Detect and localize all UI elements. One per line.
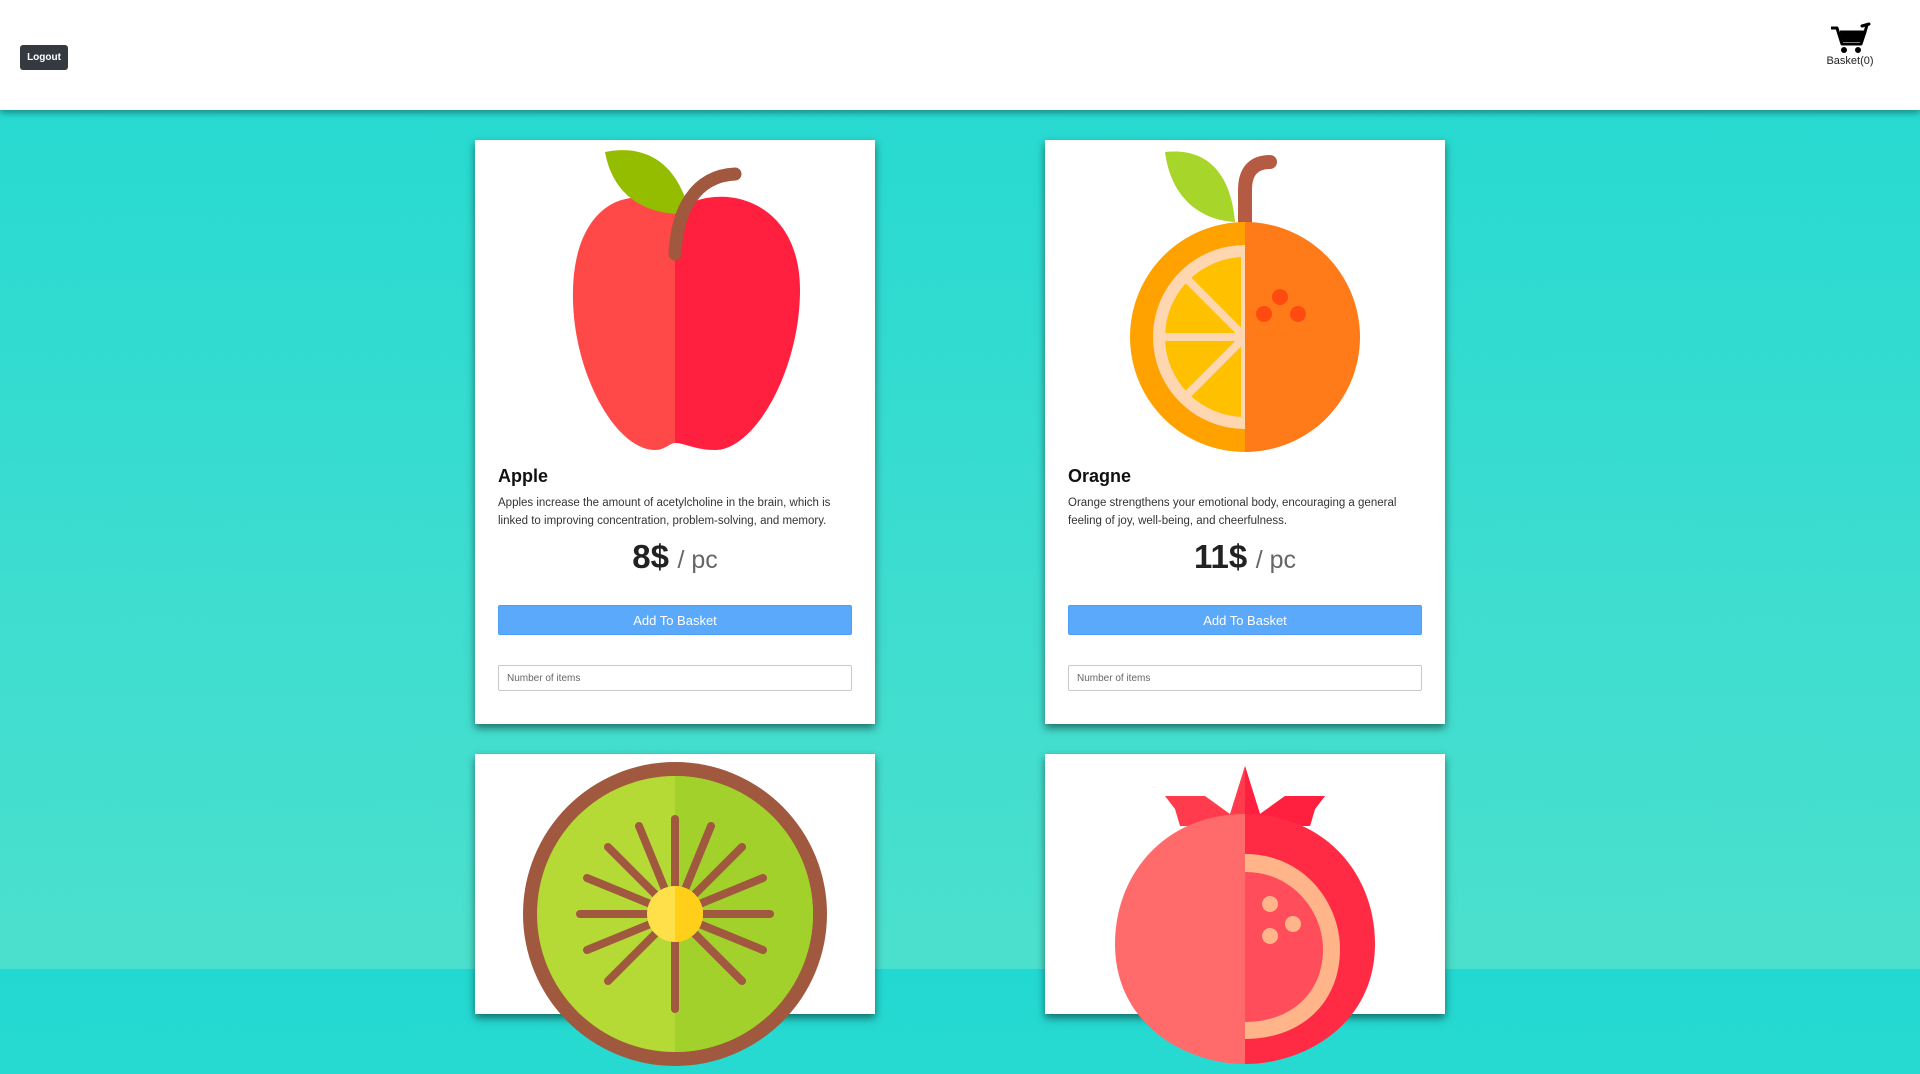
- price-amount: 11$: [1194, 538, 1248, 575]
- product-price: 8$ / pc: [475, 538, 875, 576]
- quantity-input[interactable]: [1068, 665, 1422, 691]
- product-card-orange: Oragne Orange strengthens your emotional…: [1045, 140, 1445, 724]
- product-card-apple: Apple Apples increase the amount of acet…: [475, 140, 875, 724]
- add-to-basket-button[interactable]: Add To Basket: [1068, 605, 1422, 635]
- product-description: Apples increase the amount of acetylchol…: [498, 497, 831, 527]
- product-name: Oragne: [1068, 466, 1132, 486]
- logout-button[interactable]: Logout: [20, 45, 68, 70]
- basket-count-label: Basket(0): [1826, 55, 1874, 67]
- product-description: Orange strengthens your emotional body, …: [1068, 497, 1397, 527]
- product-card-kiwi: [475, 754, 875, 1066]
- basket-button[interactable]: Basket(0): [1820, 22, 1880, 67]
- kiwi-icon: [475, 754, 875, 1074]
- price-amount: 8$: [632, 538, 669, 575]
- top-bar: Logout Basket(0): [0, 0, 1920, 110]
- price-unit: / pc: [1255, 546, 1296, 574]
- product-name: Apple: [498, 466, 549, 486]
- product-card-pomegranate: [1045, 754, 1445, 1064]
- shopping-cart-icon: [1831, 22, 1871, 53]
- apple-icon: [475, 140, 875, 460]
- product-price: 11$ / pc: [1045, 538, 1445, 576]
- add-to-basket-button[interactable]: Add To Basket: [498, 605, 852, 635]
- pomegranate-icon: [1045, 754, 1445, 1074]
- price-unit: / pc: [677, 546, 718, 574]
- orange-icon: [1045, 140, 1445, 460]
- quantity-input[interactable]: [498, 665, 852, 691]
